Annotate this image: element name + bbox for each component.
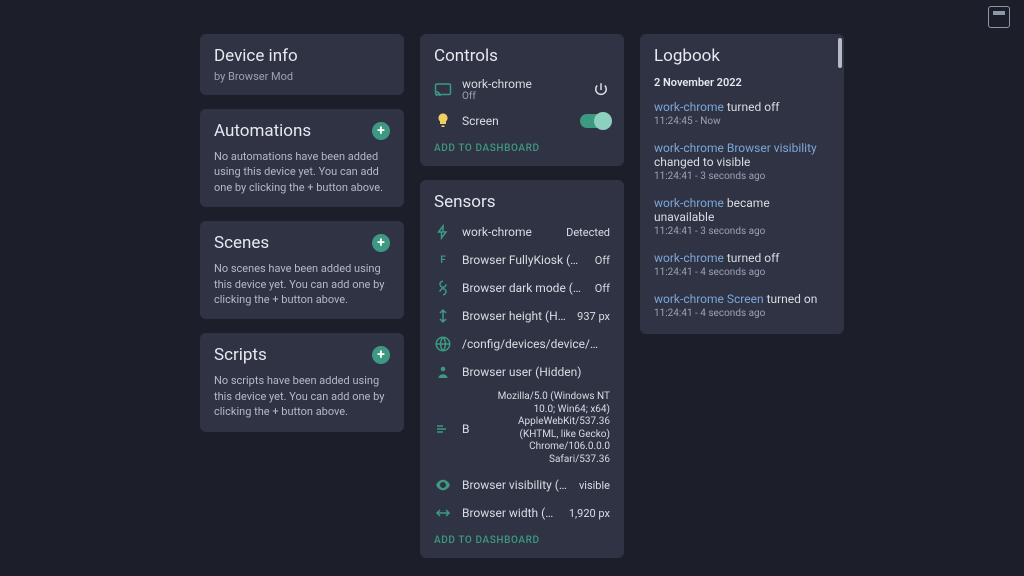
sensor-value: Mozilla/5.0 (Windows NT 10.0; Win64; x64…: [480, 391, 610, 466]
sensor-row[interactable]: Browser visibility (Hidden) visible: [434, 471, 610, 499]
cast-icon: [434, 81, 452, 99]
sensor-row[interactable]: work-chrome Detected: [434, 218, 610, 246]
sensor-value: visible: [579, 479, 610, 492]
logbook-entity-link[interactable]: work-chrome: [654, 196, 724, 210]
screen-toggle[interactable]: [580, 114, 610, 128]
sensor-value: 1,920 px: [569, 507, 610, 520]
logbook-entry[interactable]: work-chrome turned off 11:24:41 - 4 seco…: [640, 244, 844, 285]
logbook-entry[interactable]: work-chrome detected 11:24:41 - 4 second…: [640, 326, 844, 334]
add-automation-button[interactable]: +: [372, 122, 390, 140]
device-info-title: Device info: [214, 46, 390, 66]
logbook-title: Logbook: [640, 46, 844, 66]
logbook-date: 2 November 2022: [640, 66, 844, 93]
add-scene-button[interactable]: +: [372, 234, 390, 252]
sensor-name: Br…: [462, 422, 470, 436]
device-info-subtitle: by Browser Mod: [214, 70, 390, 83]
sensor-icon: [434, 476, 452, 494]
control-row-screen[interactable]: Screen: [434, 107, 610, 135]
sensor-name: Browser width (Hidden): [462, 506, 559, 520]
sensors-title: Sensors: [434, 192, 610, 212]
logbook-entry[interactable]: work-chrome turned off 11:24:45 - Now: [640, 93, 844, 134]
logbook-change-text: detected: [724, 333, 774, 334]
control-name: Screen: [462, 114, 570, 128]
add-sensors-to-dashboard[interactable]: ADD TO DASHBOARD: [434, 527, 610, 546]
logbook-entity-link[interactable]: work-chrome Screen: [654, 292, 764, 306]
sensor-row[interactable]: /config/devices/device/c3085a0c7861: [434, 330, 610, 358]
lightbulb-icon: [434, 112, 452, 130]
scripts-empty-text: No scripts have been added using this de…: [214, 373, 390, 419]
sensor-row[interactable]: Browser user (Hidden): [434, 358, 610, 386]
logbook-entry[interactable]: work-chrome Browser visibility changed t…: [640, 134, 844, 189]
sensor-icon: [434, 223, 452, 241]
sensor-name: Browser dark mode (Hidden): [462, 281, 585, 295]
logbook-entity-link[interactable]: work-chrome: [654, 100, 724, 114]
sensor-name: work-chrome: [462, 225, 556, 239]
control-row-cast[interactable]: work-chrome Off: [434, 72, 610, 107]
sensor-value: Off: [595, 254, 610, 267]
control-sub: Off: [462, 91, 582, 102]
sensor-name: Browser visibility (Hidden): [462, 478, 569, 492]
add-controls-to-dashboard[interactable]: ADD TO DASHBOARD: [434, 135, 610, 154]
sensor-name: Browser FullyKiosk (Hidden): [462, 253, 585, 267]
sensor-icon: [434, 335, 452, 353]
scenes-card: Scenes + No scenes have been added using…: [200, 221, 404, 319]
sensor-name: Browser user (Hidden): [462, 365, 600, 379]
sensor-icon: [434, 363, 452, 381]
scripts-card: Scripts + No scripts have been added usi…: [200, 333, 404, 431]
device-info-card: Device info by Browser Mod: [200, 34, 404, 95]
sensor-icon: [434, 307, 452, 325]
logbook-entity-link[interactable]: work-chrome: [654, 333, 724, 334]
sensor-value: Detected: [566, 226, 610, 239]
sensor-name: /config/devices/device/c3085a0c7861: [462, 337, 600, 351]
sensor-name: Browser height (Hidden): [462, 309, 567, 323]
logbook-meta: 11:24:45 - Now: [654, 116, 830, 127]
sensor-row[interactable]: Browser dark mode (Hidden) Off: [434, 274, 610, 302]
sensor-value: 937 px: [577, 310, 610, 323]
scenes-empty-text: No scenes have been added using this dev…: [214, 261, 390, 307]
logbook-change-text: turned off: [724, 100, 780, 114]
sensor-row[interactable]: Br… Mozilla/5.0 (Windows NT 10.0; Win64;…: [434, 386, 610, 471]
window-icon[interactable]: [988, 6, 1010, 28]
logbook-meta: 11:24:41 - 3 seconds ago: [654, 171, 830, 182]
controls-card: Controls work-chrome Off Scr: [420, 34, 624, 166]
scenes-title: Scenes: [214, 233, 269, 253]
logbook-change-text: turned on: [764, 292, 818, 306]
sensor-row[interactable]: Browser width (Hidden) 1,920 px: [434, 499, 610, 527]
control-name: work-chrome: [462, 77, 582, 91]
sensor-value: Off: [595, 282, 610, 295]
logbook-entry[interactable]: work-chrome became unavailable 11:24:41 …: [640, 189, 844, 244]
sensor-icon: [434, 279, 452, 297]
automations-empty-text: No automations have been added using thi…: [214, 149, 390, 195]
sensor-row[interactable]: F Browser FullyKiosk (Hidden) Off: [434, 246, 610, 274]
logbook-change-text: changed to visible: [654, 155, 750, 169]
controls-title: Controls: [434, 46, 610, 66]
logbook-change-text: turned off: [724, 251, 780, 265]
automations-card: Automations + No automations have been a…: [200, 109, 404, 207]
scrollbar-thumb[interactable]: [838, 38, 842, 68]
add-script-button[interactable]: +: [372, 346, 390, 364]
sensors-card: Sensors work-chrome Detected F Browser F…: [420, 180, 624, 558]
logbook-entity-link[interactable]: work-chrome Browser visibility: [654, 141, 817, 155]
logbook-meta: 11:24:41 - 3 seconds ago: [654, 226, 830, 237]
automations-title: Automations: [214, 121, 311, 141]
sensor-icon: [434, 504, 452, 522]
logbook-card: Logbook 2 November 2022 work-chrome turn…: [640, 34, 844, 334]
sensor-icon: [434, 420, 452, 438]
logbook-entry[interactable]: work-chrome Screen turned on 11:24:41 - …: [640, 285, 844, 326]
logbook-entity-link[interactable]: work-chrome: [654, 251, 724, 265]
power-icon[interactable]: [592, 81, 610, 99]
scripts-title: Scripts: [214, 345, 267, 365]
logbook-meta: 11:24:41 - 4 seconds ago: [654, 308, 830, 319]
sensor-icon: F: [434, 251, 452, 269]
sensor-row[interactable]: Browser height (Hidden) 937 px: [434, 302, 610, 330]
logbook-meta: 11:24:41 - 4 seconds ago: [654, 267, 830, 278]
